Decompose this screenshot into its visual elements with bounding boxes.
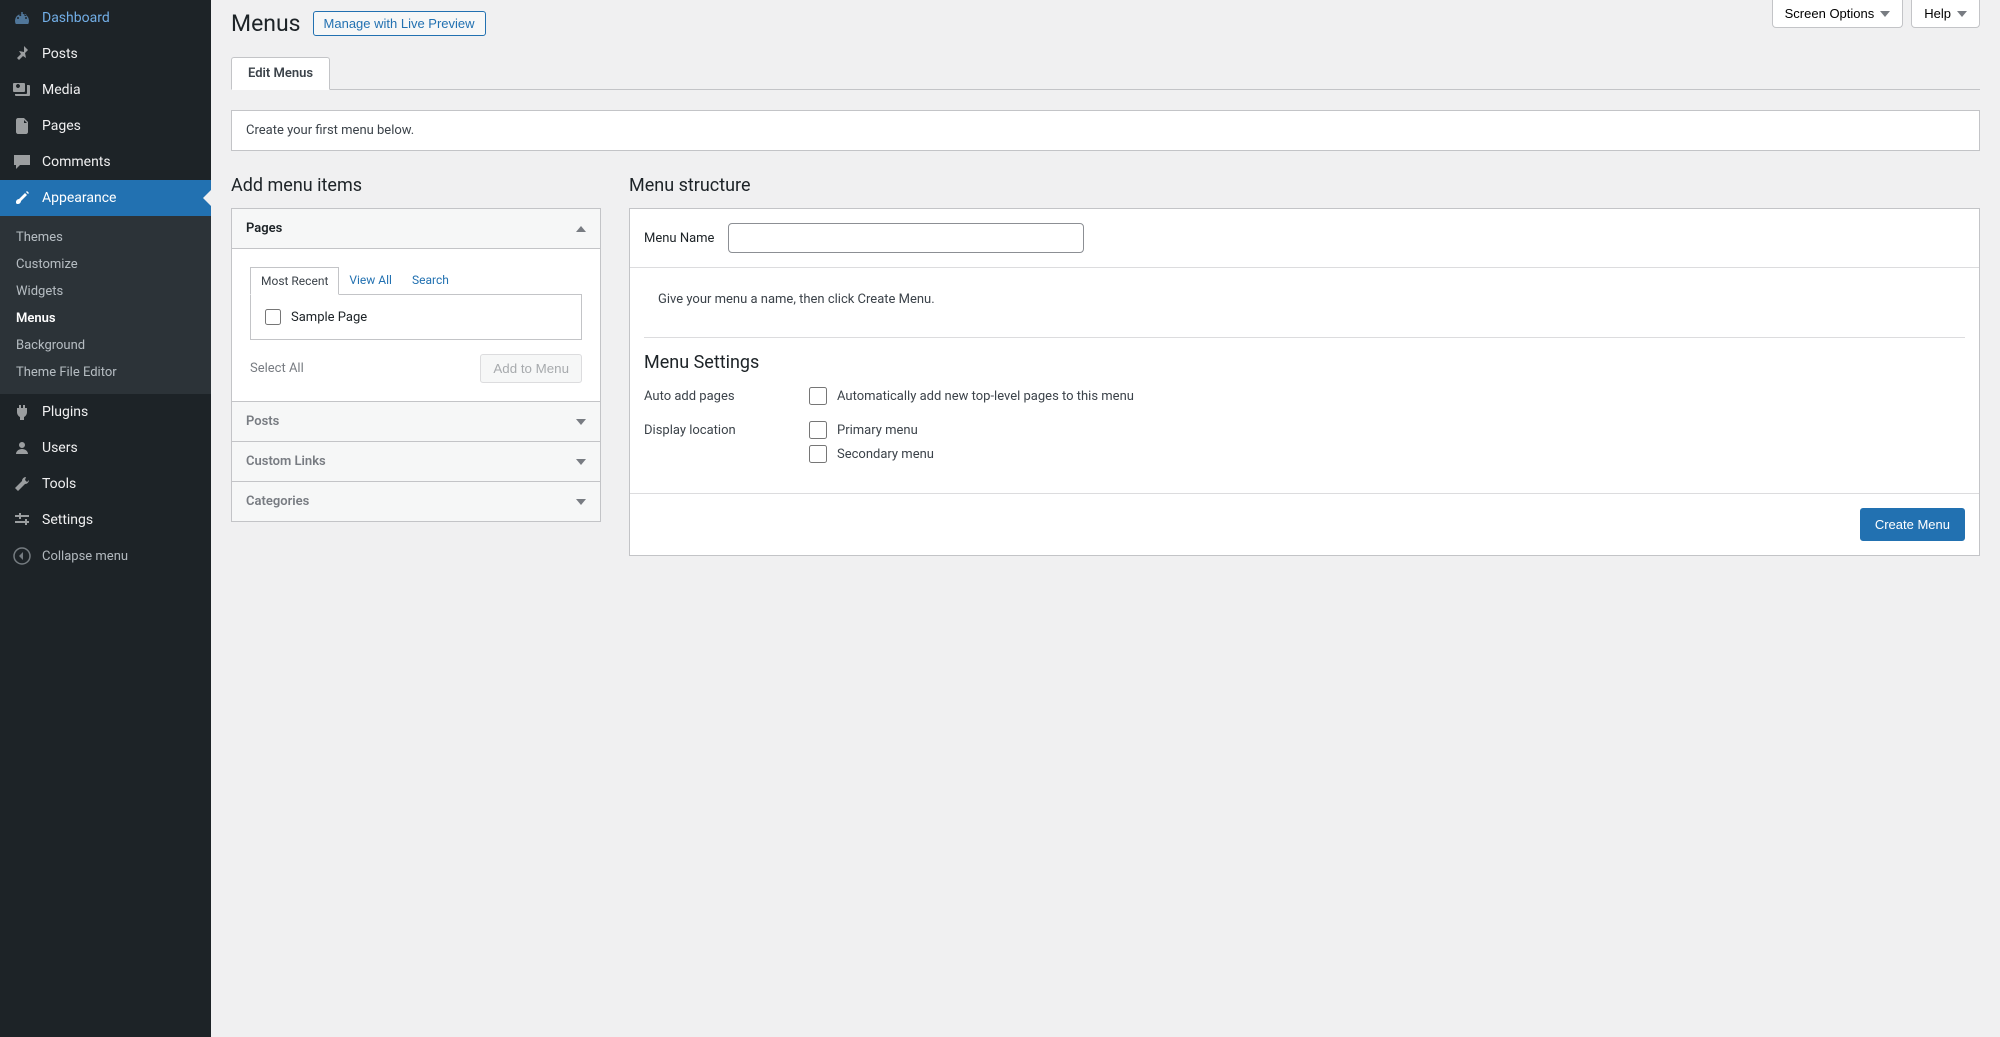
collapse-icon [12, 546, 32, 566]
settings-title: Menu Settings [644, 352, 1965, 373]
sidebar-item-posts[interactable]: Posts [0, 36, 211, 72]
appearance-submenu: Themes Customize Widgets Menus Backgroun… [0, 216, 211, 394]
primary-menu-checkbox[interactable] [809, 421, 827, 439]
page-checkbox[interactable] [265, 309, 281, 325]
user-icon [12, 438, 32, 458]
sidebar-label: Comments [42, 154, 111, 170]
tab-bar: Edit Menus [231, 57, 1980, 90]
submenu-widgets[interactable]: Widgets [0, 278, 211, 305]
add-to-menu-button[interactable]: Add to Menu [480, 354, 582, 383]
sidebar-item-settings[interactable]: Settings [0, 502, 211, 538]
sidebar-item-appearance[interactable]: Appearance [0, 180, 211, 216]
page-item-label: Sample Page [291, 310, 367, 325]
accordion-pages[interactable]: Pages [232, 209, 600, 249]
accordion-custom-links-label: Custom Links [246, 454, 326, 469]
accordion-pages-body: Most Recent View All Search Sample Page … [232, 249, 600, 402]
pin-icon [12, 44, 32, 64]
accordion-categories-label: Categories [246, 494, 309, 509]
collapse-menu[interactable]: Collapse menu [0, 538, 211, 574]
chevron-down-icon [576, 419, 586, 425]
comment-icon [12, 152, 32, 172]
submenu-background[interactable]: Background [0, 332, 211, 359]
auto-add-label: Auto add pages [644, 387, 809, 404]
sidebar-item-users[interactable]: Users [0, 430, 211, 466]
collapse-label: Collapse menu [42, 549, 128, 564]
chevron-down-icon [576, 499, 586, 505]
instruction-text: Give your menu a name, then click Create… [644, 268, 1965, 338]
submenu-theme-editor[interactable]: Theme File Editor [0, 359, 211, 386]
submenu-menus[interactable]: Menus [0, 305, 211, 332]
page-list: Sample Page [250, 294, 582, 340]
inner-tab-recent[interactable]: Most Recent [250, 267, 339, 295]
chevron-down-icon [1957, 11, 1967, 17]
inner-tab-view-all[interactable]: View All [339, 267, 402, 294]
notice: Create your first menu below. [231, 110, 1980, 151]
media-icon [12, 80, 32, 100]
display-location-label: Display location [644, 421, 809, 438]
brush-icon [12, 188, 32, 208]
page-item-sample[interactable]: Sample Page [265, 309, 567, 325]
accordion-categories[interactable]: Categories [232, 481, 600, 521]
sidebar-item-dashboard[interactable]: Dashboard [0, 0, 211, 36]
menu-name-input[interactable] [728, 223, 1084, 253]
sidebar-item-comments[interactable]: Comments [0, 144, 211, 180]
select-all-link[interactable]: Select All [250, 361, 304, 376]
submenu-themes[interactable]: Themes [0, 224, 211, 251]
structure-title: Menu structure [629, 175, 1980, 196]
create-menu-button[interactable]: Create Menu [1860, 508, 1965, 541]
sidebar-label: Plugins [42, 404, 88, 420]
sidebar-label: Media [42, 82, 81, 98]
sidebar-item-plugins[interactable]: Plugins [0, 394, 211, 430]
accordion-posts[interactable]: Posts [232, 402, 600, 441]
inner-tab-search[interactable]: Search [402, 267, 459, 294]
plugin-icon [12, 402, 32, 422]
sliders-icon [12, 510, 32, 530]
sidebar-label: Tools [42, 476, 76, 492]
chevron-up-icon [576, 226, 586, 232]
accordion-pages-label: Pages [246, 221, 282, 236]
admin-sidebar: Dashboard Posts Media Pages Comments App… [0, 0, 211, 1037]
sidebar-label: Posts [42, 46, 78, 62]
help-button[interactable]: Help [1911, 0, 1980, 28]
live-preview-button[interactable]: Manage with Live Preview [313, 11, 486, 36]
secondary-menu-option[interactable]: Secondary menu [809, 445, 934, 463]
accordion-posts-label: Posts [246, 414, 279, 429]
page-title: Menus [231, 10, 301, 37]
main-content: Screen Options Help Menus Manage with Li… [211, 0, 2000, 576]
screen-options-button[interactable]: Screen Options [1772, 0, 1904, 28]
chevron-down-icon [1880, 11, 1890, 17]
primary-menu-option[interactable]: Primary menu [809, 421, 934, 439]
wrench-icon [12, 474, 32, 494]
sidebar-item-tools[interactable]: Tools [0, 466, 211, 502]
auto-add-option[interactable]: Automatically add new top-level pages to… [809, 387, 1134, 405]
accordion-custom-links[interactable]: Custom Links [232, 441, 600, 481]
sidebar-label: Appearance [42, 190, 116, 206]
secondary-menu-checkbox[interactable] [809, 445, 827, 463]
sidebar-label: Dashboard [42, 10, 110, 26]
tab-edit-menus[interactable]: Edit Menus [231, 57, 330, 90]
page-icon [12, 116, 32, 136]
add-items-title: Add menu items [231, 175, 601, 196]
sidebar-item-pages[interactable]: Pages [0, 108, 211, 144]
auto-add-checkbox[interactable] [809, 387, 827, 405]
sidebar-label: Users [42, 440, 78, 456]
sidebar-item-media[interactable]: Media [0, 72, 211, 108]
dashboard-icon [12, 8, 32, 28]
menu-name-label: Menu Name [644, 231, 714, 246]
sidebar-label: Settings [42, 512, 93, 528]
sidebar-label: Pages [42, 118, 81, 134]
chevron-down-icon [576, 459, 586, 465]
submenu-customize[interactable]: Customize [0, 251, 211, 278]
